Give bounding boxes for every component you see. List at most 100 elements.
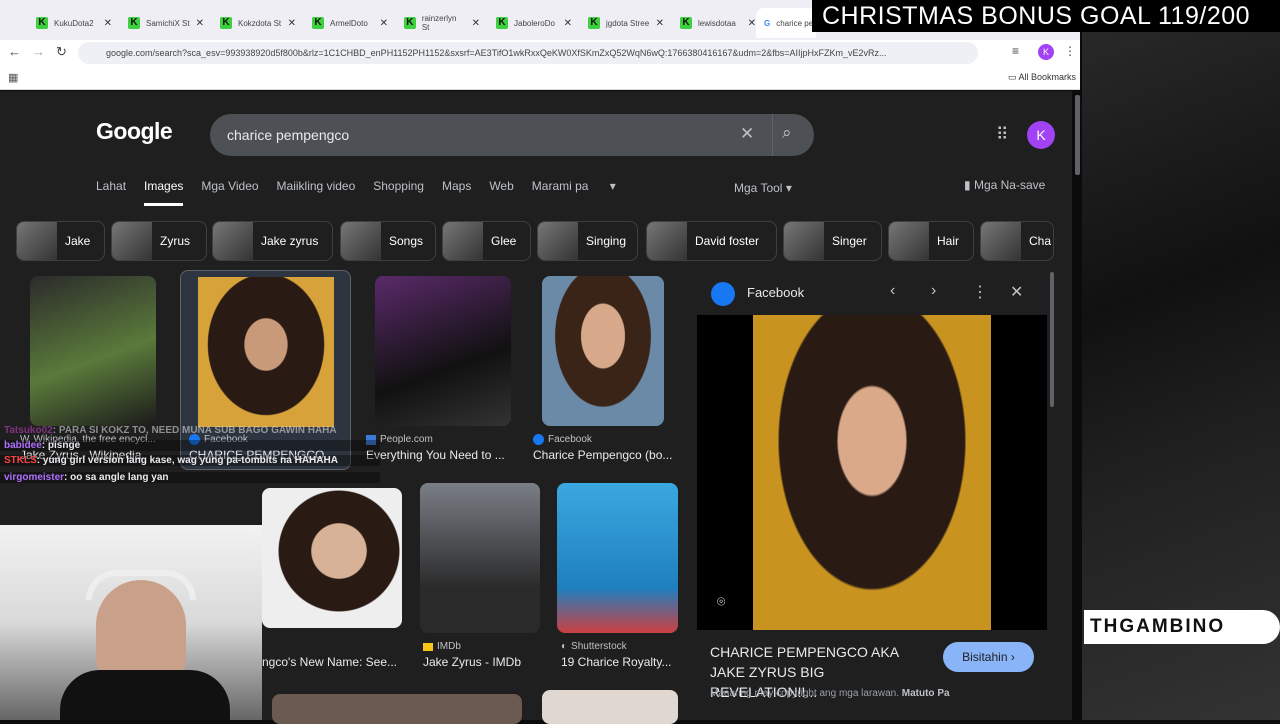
kick-icon: K bbox=[404, 17, 416, 29]
search-icon[interactable]: ⌕ bbox=[782, 123, 792, 143]
kick-icon: K bbox=[36, 17, 48, 29]
chat-message: Tatsuko02: PARA SI KOKZ TO, NEED MUNA SU… bbox=[4, 425, 337, 436]
chip-thumbnail bbox=[889, 222, 929, 260]
clear-icon[interactable]: ✕ bbox=[740, 124, 754, 144]
next-icon[interactable]: › bbox=[931, 282, 936, 300]
tab-images[interactable]: Images bbox=[144, 179, 184, 206]
close-icon[interactable]: ✕ bbox=[748, 18, 756, 29]
search-tabs: Lahat Images Mga Video Maiikling video S… bbox=[96, 179, 634, 206]
lens-icon[interactable]: ⌾ bbox=[717, 593, 725, 610]
tab-shopping[interactable]: Shopping bbox=[373, 179, 424, 206]
tab-short-videos[interactable]: Maiikling video bbox=[277, 179, 356, 206]
preview-image-frame: ⌾ bbox=[697, 315, 1047, 630]
close-icon[interactable]: ✕ bbox=[380, 18, 388, 29]
visit-button[interactable]: Bisitahin › bbox=[943, 642, 1034, 672]
chip-thumbnail bbox=[784, 222, 824, 260]
preview-source[interactable]: Facebook bbox=[747, 285, 804, 300]
more-vert-icon[interactable]: ⋮ bbox=[1064, 44, 1076, 58]
result-title[interactable]: Jake Zyrus - IMDb bbox=[423, 655, 553, 669]
tab-maps[interactable]: Maps bbox=[442, 179, 471, 206]
close-icon[interactable]: ✕ bbox=[564, 18, 572, 29]
account-avatar[interactable]: K bbox=[1027, 121, 1055, 149]
search-input[interactable]: charice pempengco bbox=[227, 127, 349, 143]
chip[interactable]: Glee bbox=[442, 221, 531, 261]
copyright-note: Maaaring may copyright ang mga larawan. … bbox=[710, 688, 950, 699]
result-image[interactable] bbox=[420, 483, 540, 633]
tab-all[interactable]: Lahat bbox=[96, 179, 126, 206]
learn-more-link[interactable]: Matuto Pa bbox=[902, 688, 950, 699]
goal-overlay: CHRISTMAS BONUS GOAL 119/200 bbox=[812, 0, 1280, 32]
google-icon: G bbox=[764, 18, 771, 28]
preview-image[interactable] bbox=[753, 315, 991, 630]
chip[interactable]: Singer bbox=[783, 221, 882, 261]
shutterstock-icon: ◐ bbox=[561, 641, 568, 652]
close-icon[interactable]: ✕ bbox=[196, 18, 204, 29]
chip-thumbnail bbox=[647, 222, 687, 260]
browser-tab-active[interactable]: Gcharice pe bbox=[756, 8, 816, 38]
apps-icon[interactable]: ▦ bbox=[8, 71, 18, 84]
tab-videos[interactable]: Mga Video bbox=[201, 179, 258, 206]
close-icon[interactable]: ✕ bbox=[656, 18, 664, 29]
result-title[interactable]: 19 Charice Royalty... bbox=[561, 655, 686, 669]
result-image[interactable] bbox=[262, 488, 402, 628]
result-source: ◐ Shutterstock bbox=[561, 641, 627, 652]
google-logo[interactable]: Google bbox=[96, 118, 173, 145]
chip[interactable]: David foster bbox=[646, 221, 777, 261]
address-bar[interactable]: google.com/search?sca_esv=993938920d5f80… bbox=[78, 42, 978, 64]
chip[interactable]: Cha bbox=[980, 221, 1054, 261]
bookmarks-bar: ▦ ▭ All Bookmarks bbox=[0, 66, 1080, 90]
apps-grid-icon[interactable]: ⠿ bbox=[996, 125, 1008, 145]
chat-message: virgomeister: oo sa angle lang yan bbox=[0, 472, 380, 483]
facebook-icon bbox=[533, 434, 544, 445]
chip-thumbnail bbox=[213, 222, 253, 260]
back-icon[interactable]: ← bbox=[8, 44, 21, 59]
saved-button[interactable]: ▮ Mga Na-save bbox=[964, 178, 1045, 192]
browser-tab[interactable]: K SamichiX St ✕ bbox=[120, 8, 210, 38]
page-scrollbar[interactable] bbox=[1075, 95, 1080, 175]
result-title[interactable]: Charice Pempengco (bo... bbox=[533, 448, 683, 462]
close-icon[interactable]: ✕ bbox=[104, 18, 112, 29]
result-title[interactable]: ngco's New Name: See... bbox=[262, 655, 402, 669]
chip-thumbnail bbox=[112, 222, 152, 260]
forward-icon[interactable]: → bbox=[32, 44, 45, 59]
tools-button[interactable]: Mga Tool ▾ bbox=[734, 181, 792, 195]
browser-tab[interactable]: K JaboleroDo ✕ bbox=[488, 8, 578, 38]
result-image[interactable] bbox=[375, 276, 511, 426]
browser-tab[interactable]: Klewisdotaa ✕ bbox=[672, 8, 762, 38]
profile-avatar[interactable]: K bbox=[1038, 44, 1054, 60]
close-icon[interactable]: ✕ bbox=[288, 18, 296, 29]
search-box[interactable]: charice pempengco ✕ ⌕ bbox=[210, 114, 814, 156]
result-image bbox=[198, 277, 334, 427]
result-image[interactable] bbox=[30, 276, 156, 426]
browser-tab[interactable]: Kjgdota Stree ✕ bbox=[580, 8, 670, 38]
close-icon[interactable]: ✕ bbox=[472, 18, 480, 29]
chip[interactable]: Zyrus bbox=[111, 221, 207, 261]
preview-panel: Facebook ‹ › ⋮ ✕ ⌾ CHARICE PEMPENGCO AKA… bbox=[697, 270, 1047, 720]
close-icon[interactable]: ✕ bbox=[1010, 282, 1023, 302]
webcam-overlay bbox=[0, 525, 262, 720]
chip[interactable]: Singing bbox=[537, 221, 638, 261]
kick-icon: K bbox=[128, 17, 140, 29]
tab-more[interactable]: Marami pa ▾ bbox=[532, 179, 616, 206]
prev-icon[interactable]: ‹ bbox=[890, 282, 895, 300]
reload-icon[interactable]: ↻ bbox=[56, 44, 67, 60]
browser-tab[interactable]: K KukuDota2 ✕ bbox=[28, 8, 118, 38]
all-bookmarks[interactable]: ▭ All Bookmarks bbox=[1008, 72, 1076, 83]
chip[interactable]: Jake bbox=[16, 221, 105, 261]
chip[interactable]: Jake zyrus bbox=[212, 221, 333, 261]
tab-web[interactable]: Web bbox=[489, 179, 513, 206]
more-vert-icon[interactable]: ⋮ bbox=[972, 282, 988, 302]
chip[interactable]: Songs bbox=[340, 221, 436, 261]
result-title[interactable]: Everything You Need to ... bbox=[366, 448, 516, 462]
panel-scrollbar[interactable] bbox=[1050, 272, 1054, 407]
result-image[interactable] bbox=[557, 483, 678, 633]
result-image[interactable] bbox=[542, 690, 678, 724]
chip[interactable]: Hair bbox=[888, 221, 974, 261]
menu-icon[interactable]: ≡ bbox=[1012, 44, 1019, 58]
browser-tab[interactable]: K Kokzdota St ✕ bbox=[212, 8, 302, 38]
browser-tab[interactable]: Krainzerlyn St ✕ bbox=[396, 8, 486, 38]
result-image[interactable] bbox=[542, 276, 664, 426]
kick-icon: K bbox=[680, 17, 692, 29]
browser-tab[interactable]: K ArmelDoto ✕ bbox=[304, 8, 394, 38]
kick-icon: K bbox=[220, 17, 232, 29]
